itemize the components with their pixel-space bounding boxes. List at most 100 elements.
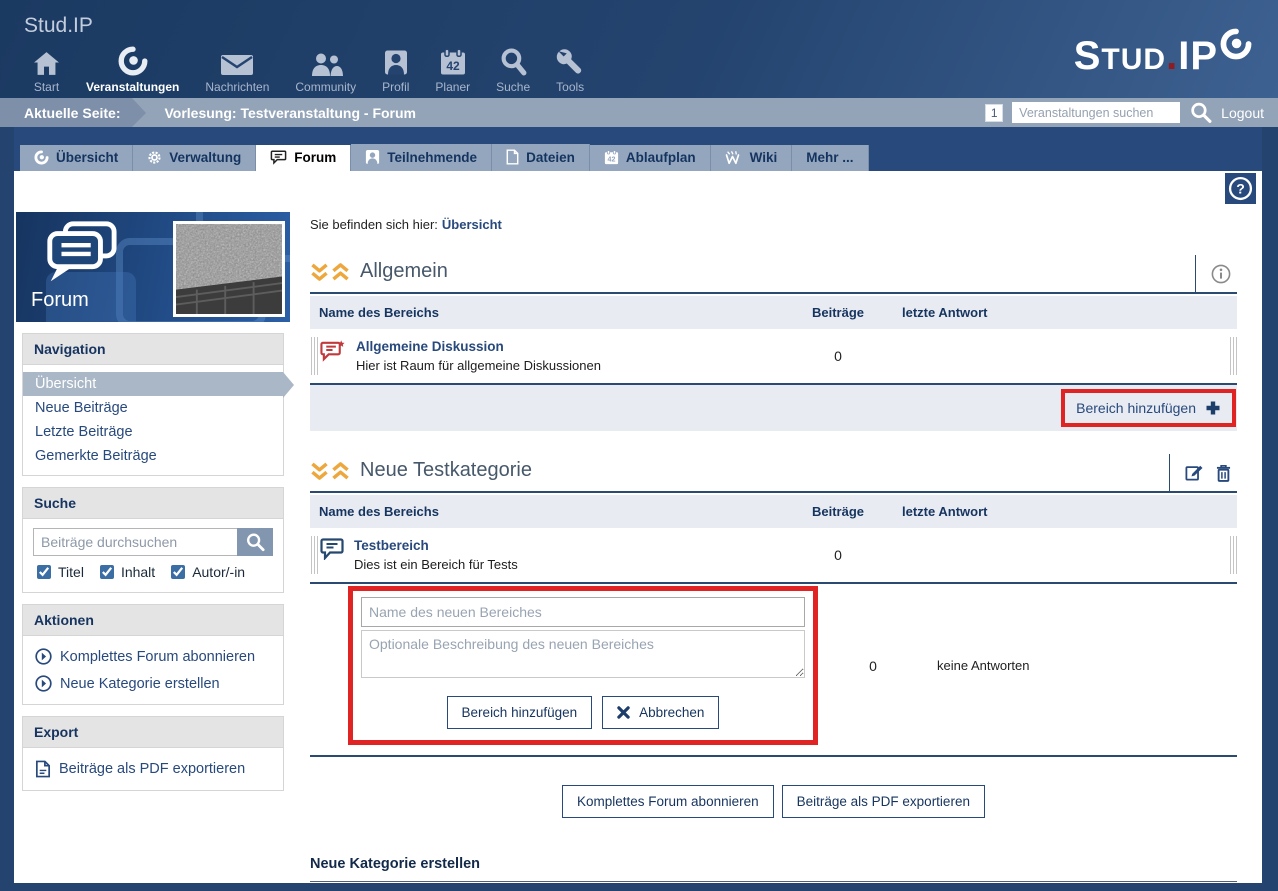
tab-mehr[interactable]: Mehr ... xyxy=(792,145,868,171)
new-area-description-input[interactable] xyxy=(361,630,805,678)
area-link[interactable]: Testbereich xyxy=(354,538,518,553)
checkbox-inhalt[interactable] xyxy=(100,565,114,579)
area-link[interactable]: Allgemeine Diskussion xyxy=(356,339,601,354)
plus-icon xyxy=(1205,400,1221,416)
wiki-icon xyxy=(725,151,743,165)
search-icon xyxy=(496,42,530,76)
arrow-circle-icon xyxy=(35,648,52,665)
person-icon xyxy=(365,149,380,165)
export-pdf-link[interactable]: Beiträge als PDF exportieren xyxy=(23,755,283,783)
widget-title: Navigation xyxy=(23,334,283,365)
sidebar-item-uebersicht[interactable]: Übersicht xyxy=(23,372,283,396)
add-area-button[interactable]: Bereich hinzufügen xyxy=(1065,393,1232,423)
pdf-file-icon xyxy=(35,760,51,778)
chevron-double-down-icon[interactable] xyxy=(310,262,329,282)
chevron-double-down-icon[interactable] xyxy=(310,461,329,481)
location-link[interactable]: Übersicht xyxy=(442,217,502,232)
nav-profil[interactable]: Profil xyxy=(369,42,422,94)
quick-select-box[interactable]: 1 xyxy=(985,104,1003,122)
actions-widget: Aktionen Komplettes Forum abonnieren Neu… xyxy=(22,604,284,705)
tab-verwaltung[interactable]: Verwaltung xyxy=(133,145,256,171)
posts-count: 0 xyxy=(783,348,893,364)
drag-handle[interactable] xyxy=(1230,536,1237,574)
nav-nachrichten[interactable]: Nachrichten xyxy=(192,42,282,94)
widget-title: Aktionen xyxy=(23,605,283,636)
export-pdf-button[interactable]: Beiträge als PDF exportieren xyxy=(782,785,985,818)
forum-search-input[interactable] xyxy=(33,528,237,556)
brand-text: Stud.IP xyxy=(24,14,93,38)
subscribe-forum-link[interactable]: Komplettes Forum abonnieren xyxy=(23,643,283,670)
help-button[interactable]: ? xyxy=(1225,173,1256,204)
subscribe-forum-button[interactable]: Komplettes Forum abonnieren xyxy=(562,785,774,818)
course-search-input[interactable] xyxy=(1012,102,1180,123)
posts-count: 0 xyxy=(783,547,893,563)
nav-tools[interactable]: Tools xyxy=(543,42,597,94)
highlight-annotation: Bereich hinzufügen Abbrechen xyxy=(348,586,818,745)
logo-text: STUD.IP xyxy=(1074,36,1218,76)
sidebar-banner: Forum xyxy=(16,212,290,322)
tab-bar: Übersicht Verwaltung Forum Teilnehmende … xyxy=(14,127,1262,171)
chevron-double-up-icon[interactable] xyxy=(331,262,350,282)
checkbox-titel-label[interactable]: Titel xyxy=(33,562,84,582)
breadcrumb-label: Aktuelle Seite: xyxy=(0,98,132,127)
page-frame: Übersicht Verwaltung Forum Teilnehmende … xyxy=(0,127,1278,883)
table-header: Name des Bereichs Beiträge letzte Antwor… xyxy=(310,495,1237,528)
nav-start[interactable]: Start xyxy=(20,42,73,94)
category-title: Neue Testkategorie xyxy=(360,459,532,482)
sidebar-item-gemerkte-beitraege[interactable]: Gemerkte Beiträge xyxy=(23,444,283,468)
nav-community[interactable]: Community xyxy=(282,42,369,94)
nav-suche[interactable]: Suche xyxy=(483,42,543,94)
lecture-hall-photo xyxy=(173,221,285,317)
arrow-circle-icon xyxy=(35,675,52,692)
checkbox-autor[interactable] xyxy=(171,565,185,579)
wrench-icon xyxy=(556,42,584,76)
breadcrumb-tools: 1 Logout xyxy=(985,101,1278,124)
category-title: Allgemein xyxy=(360,260,448,283)
content-area: ? Forum xyxy=(14,171,1262,883)
sidebar-item-neue-beitraege[interactable]: Neue Beiträge xyxy=(23,396,283,420)
forum-area-new-icon xyxy=(320,339,346,362)
new-category-heading: Neue Kategorie erstellen xyxy=(310,856,1237,882)
file-icon xyxy=(506,149,519,165)
drag-handle[interactable] xyxy=(311,536,318,574)
mail-icon xyxy=(205,42,269,76)
area-description: Dies ist ein Bereich für Tests xyxy=(354,557,518,572)
checkbox-titel[interactable] xyxy=(37,565,51,579)
forum-search-button[interactable] xyxy=(237,528,273,556)
tab-uebersicht[interactable]: Übersicht xyxy=(20,145,133,171)
drag-handle[interactable] xyxy=(311,337,318,375)
tab-teilnehmende[interactable]: Teilnehmende xyxy=(351,144,492,171)
nav-veranstaltungen[interactable]: Veranstaltungen xyxy=(73,42,192,94)
trash-icon[interactable] xyxy=(1216,464,1231,482)
cancel-button[interactable]: Abbrechen xyxy=(602,696,719,729)
profile-icon xyxy=(382,42,409,76)
nav-planer[interactable]: 42 Planer xyxy=(422,42,483,94)
add-area-submit-button[interactable]: Bereich hinzufügen xyxy=(447,696,593,729)
logo-swirl-icon xyxy=(1220,28,1252,60)
sidebar-item-letzte-beitraege[interactable]: Letzte Beiträge xyxy=(23,420,283,444)
breadcrumb-page-title: Vorlesung: Testveranstaltung - Forum xyxy=(164,105,416,121)
edit-icon[interactable] xyxy=(1185,464,1203,481)
tab-forum[interactable]: Forum xyxy=(256,145,351,171)
chevron-double-up-icon[interactable] xyxy=(331,461,350,481)
area-description: Hier ist Raum für allgemeine Diskussione… xyxy=(356,358,601,373)
breadcrumb-bar: Aktuelle Seite: Vorlesung: Testveranstal… xyxy=(0,98,1278,127)
new-area-name-input[interactable] xyxy=(361,597,805,627)
category-footer: Bereich hinzufügen xyxy=(310,385,1237,431)
checkbox-autor-label[interactable]: Autor/-in xyxy=(167,562,245,582)
info-icon[interactable] xyxy=(1211,264,1231,284)
tab-wiki[interactable]: Wiki xyxy=(711,145,793,171)
checkbox-inhalt-label[interactable]: Inhalt xyxy=(96,562,155,582)
close-icon xyxy=(617,706,630,719)
forum-bubble-icon xyxy=(270,150,287,165)
footer-buttons: Komplettes Forum abonnieren Beiträge als… xyxy=(310,785,1237,818)
tab-dateien[interactable]: Dateien xyxy=(492,144,590,171)
logout-link[interactable]: Logout xyxy=(1221,105,1264,121)
drag-handle[interactable] xyxy=(1230,337,1237,375)
new-category-link[interactable]: Neue Kategorie erstellen xyxy=(23,670,283,697)
studip-logo: STUD.IP xyxy=(1074,36,1252,76)
table-row: Allgemeine Diskussion Hier ist Raum für … xyxy=(310,329,1237,385)
search-icon[interactable] xyxy=(1189,101,1212,124)
widget-title: Export xyxy=(23,717,283,748)
tab-ablaufplan[interactable]: 42 Ablaufplan xyxy=(590,145,711,171)
